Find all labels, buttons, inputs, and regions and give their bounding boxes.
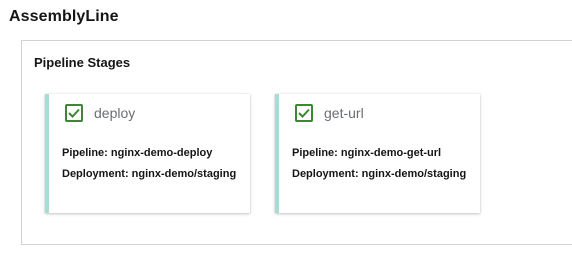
panel-title: Pipeline Stages [34,55,131,70]
stage-name: deploy [94,105,136,121]
check-square-icon [295,104,313,122]
stage-pipeline: Pipeline: nginx-demo-deploy [62,147,213,159]
stage-card-header: get-url [295,104,364,122]
stage-pipeline: Pipeline: nginx-demo-get-url [292,147,442,159]
check-square-icon [65,104,83,122]
stage-details: Pipeline: nginx-demo-get-url Deployment:… [292,143,478,185]
stage-details: Pipeline: nginx-demo-deploy Deployment: … [62,143,248,185]
stage-name: get-url [324,105,364,121]
stage-card-deploy[interactable]: deploy Pipeline: nginx-demo-deploy Deplo… [45,94,250,213]
stage-card-get-url[interactable]: get-url Pipeline: nginx-demo-get-url Dep… [275,94,480,213]
stage-deployment: Deployment: nginx-demo/staging [62,168,237,180]
pipeline-stages-panel: Pipeline Stages deploy Pipeline: nginx-d… [21,40,572,245]
stage-card-header: deploy [65,104,135,122]
app-title: AssemblyLine [9,8,119,25]
stage-deployment: Deployment: nginx-demo/staging [292,168,467,180]
